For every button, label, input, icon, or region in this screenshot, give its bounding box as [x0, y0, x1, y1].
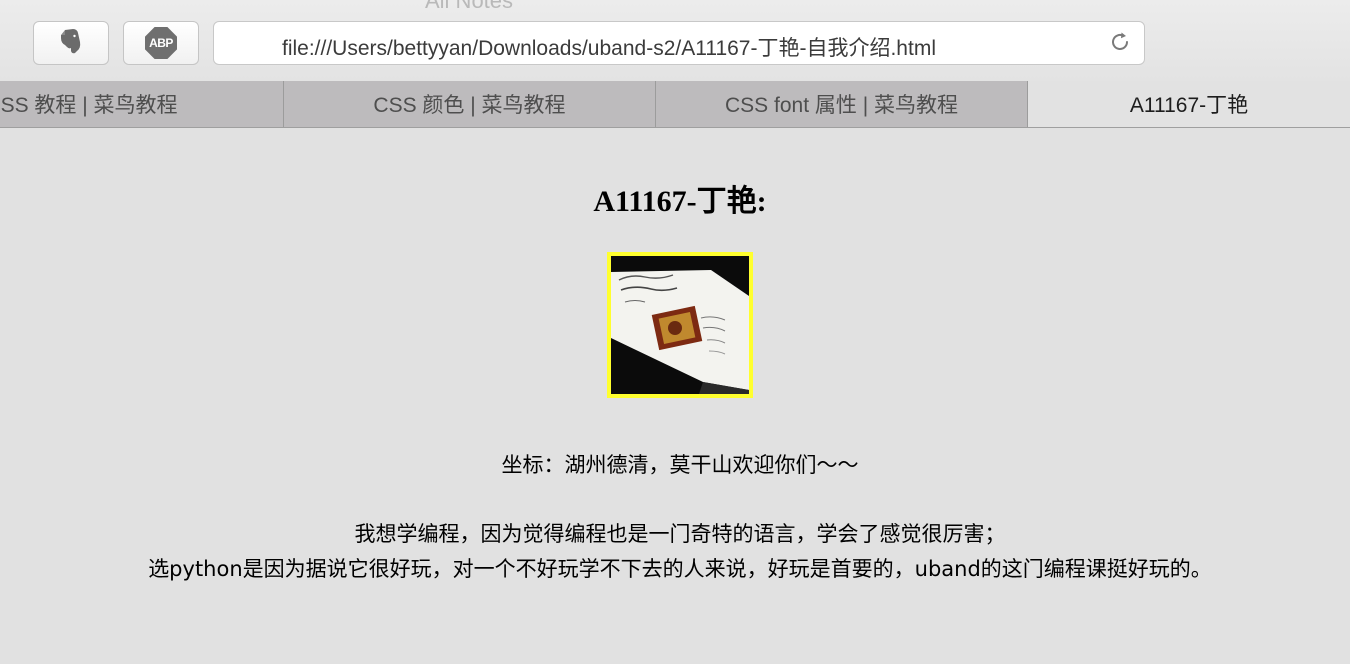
tab-active-self-intro[interactable]: A11167-丁艳: [1028, 81, 1350, 127]
abp-label: ABP: [149, 36, 173, 50]
tab-label: A11167-丁艳: [1129, 94, 1249, 117]
evernote-elephant-icon: [58, 27, 84, 60]
location-text: 坐标：湖州德清，莫干山欢迎你们～～: [501, 453, 859, 477]
tab-label: CSS 颜色 | 菜鸟教程: [373, 94, 566, 117]
tab-label: CSS 教程 | 菜鸟教程: [0, 94, 178, 117]
address-bar[interactable]: file:///Users/bettyyan/Downloads/uband-s…: [213, 21, 1145, 65]
tab-label: CSS font 属性 | 菜鸟教程: [725, 94, 958, 117]
reason-text-line-2: 选python是因为据说它很好玩，对一个不好玩学不下去的人来说，好玩是首要的，u…: [148, 557, 1212, 581]
page-content: A11167-丁艳: 坐标：湖州德清，莫干山欢迎你们～～ 我想学编程，因为觉得编…: [0, 128, 1350, 664]
profile-photo: [607, 252, 753, 398]
tab-bar: CSS 教程 | 菜鸟教程 CSS 颜色 | 菜鸟教程 CSS font 属性 …: [0, 81, 1350, 128]
page-title: A11167-丁艳:: [593, 185, 767, 218]
reload-button[interactable]: [1106, 30, 1134, 58]
reload-icon: [1108, 30, 1132, 59]
tab-css-tutorial[interactable]: CSS 教程 | 菜鸟教程: [0, 81, 284, 127]
window-title: All Notes: [425, 0, 514, 13]
tab-css-font-property[interactable]: CSS font 属性 | 菜鸟教程: [656, 81, 1028, 127]
adblock-plus-icon: ABP: [145, 27, 177, 59]
reason-text-line-1: 我想学编程，因为觉得编程也是一门奇特的语言，学会了感觉很厉害；: [354, 522, 1006, 546]
adblock-plus-extension-button[interactable]: ABP: [123, 21, 199, 65]
book-cover-image: [611, 256, 749, 394]
evernote-extension-button[interactable]: [33, 21, 109, 65]
address-bar-url[interactable]: file:///Users/bettyyan/Downloads/uband-s…: [282, 32, 1082, 62]
browser-toolbar: All Notes ABP file:///Users/bettyyan/Dow…: [0, 0, 1350, 82]
tab-css-color[interactable]: CSS 颜色 | 菜鸟教程: [284, 81, 656, 127]
